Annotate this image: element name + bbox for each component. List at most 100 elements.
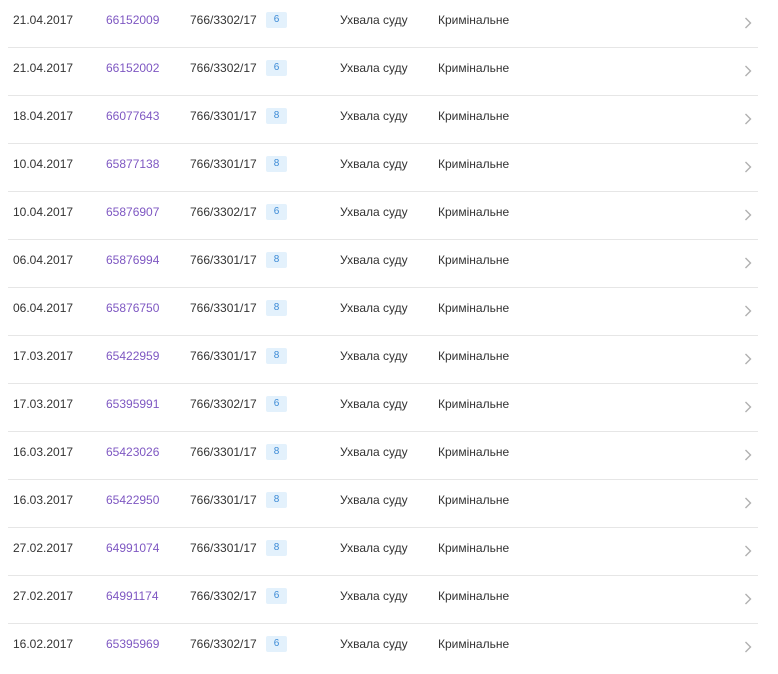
count-badge: 8 — [266, 444, 287, 460]
count-badge: 8 — [266, 540, 287, 556]
chevron-right-icon[interactable] — [742, 64, 754, 78]
count-badge: 8 — [266, 300, 287, 316]
case-category: Кримінальне — [438, 253, 510, 267]
count-badge: 6 — [266, 396, 287, 412]
count-badge: 6 — [266, 60, 287, 76]
table-row[interactable]: 16.03.2017 65423026 766/3301/17 8 Ухвала суд… — [8, 432, 758, 480]
case-category: Кримінальне — [438, 637, 510, 651]
decision-date: 17.03.2017 — [13, 349, 74, 363]
chevron-right-icon[interactable] — [742, 496, 754, 510]
document-id-link[interactable]: 65876994 — [106, 240, 159, 280]
decision-date: 06.04.2017 — [13, 253, 74, 267]
decision-date: 17.03.2017 — [13, 397, 74, 411]
table-row[interactable]: 16.02.2017 65395969 766/3302/17 6 Ухвала суд… — [8, 624, 758, 672]
decision-date: 18.04.2017 — [13, 109, 74, 123]
case-category: Кримінальне — [438, 589, 510, 603]
case-category: Кримінальне — [438, 61, 510, 75]
case-number: 766/3301/17 — [190, 157, 257, 171]
chevron-right-icon[interactable] — [742, 16, 754, 30]
document-id-link[interactable]: 65423026 — [106, 432, 159, 472]
decision-date: 10.04.2017 — [13, 157, 74, 171]
table-row[interactable]: 27.02.2017 64991174 766/3302/17 6 Ухвала суд… — [8, 576, 758, 624]
case-number: 766/3301/17 — [190, 445, 257, 459]
case-number: 766/3301/17 — [190, 541, 257, 555]
count-badge: 8 — [266, 492, 287, 508]
case-category: Кримінальне — [438, 13, 510, 27]
table-row[interactable]: 17.03.2017 65422959 766/3301/17 8 Ухвала суд… — [8, 336, 758, 384]
document-id-link[interactable]: 65395991 — [106, 384, 159, 424]
document-type: Ухвала суду — [340, 541, 408, 555]
chevron-right-icon[interactable] — [742, 592, 754, 606]
case-number: 766/3302/17 — [190, 397, 257, 411]
chevron-right-icon[interactable] — [742, 160, 754, 174]
table-row[interactable]: 18.04.2017 66077643 766/3301/17 8 Ухвала суд… — [8, 96, 758, 144]
document-id-link[interactable]: 65876750 — [106, 288, 159, 328]
decision-date: 27.02.2017 — [13, 541, 74, 555]
table-row[interactable]: 16.03.2017 65422950 766/3301/17 8 Ухвала суд… — [8, 480, 758, 528]
table-row[interactable]: 10.04.2017 65877138 766/3301/17 8 Ухвала суд… — [8, 144, 758, 192]
count-badge: 8 — [266, 108, 287, 124]
table-row[interactable]: 06.04.2017 65876994 766/3301/17 8 Ухвала суд… — [8, 240, 758, 288]
document-id-link[interactable]: 65422959 — [106, 336, 159, 376]
table-row[interactable]: 17.03.2017 65395991 766/3302/17 6 Ухвала суд… — [8, 384, 758, 432]
case-number: 766/3301/17 — [190, 301, 257, 315]
decisions-list: 21.04.2017 66152009 766/3302/17 6 Ухвала суд… — [0, 0, 778, 672]
case-category: Кримінальне — [438, 349, 510, 363]
document-id-link[interactable]: 65876907 — [106, 192, 159, 232]
case-category: Кримінальне — [438, 301, 510, 315]
document-id-link[interactable]: 65877138 — [106, 144, 159, 184]
document-id-link[interactable]: 66152009 — [106, 0, 159, 40]
table-row[interactable]: 21.04.2017 66152002 766/3302/17 6 Ухвала суд… — [8, 48, 758, 96]
chevron-right-icon[interactable] — [742, 544, 754, 558]
decision-date: 16.02.2017 — [13, 637, 74, 651]
count-badge: 8 — [266, 156, 287, 172]
count-badge: 8 — [266, 252, 287, 268]
decision-date: 16.03.2017 — [13, 493, 74, 507]
chevron-right-icon[interactable] — [742, 256, 754, 270]
chevron-right-icon[interactable] — [742, 448, 754, 462]
document-id-link[interactable]: 66077643 — [106, 96, 159, 136]
case-category: Кримінальне — [438, 109, 510, 123]
chevron-right-icon[interactable] — [742, 352, 754, 366]
decision-date: 21.04.2017 — [13, 61, 74, 75]
document-type: Ухвала суду — [340, 205, 408, 219]
document-type: Ухвала суду — [340, 61, 408, 75]
document-id-link[interactable]: 66152002 — [106, 48, 159, 88]
document-type: Ухвала суду — [340, 445, 408, 459]
table-row[interactable]: 27.02.2017 64991074 766/3301/17 8 Ухвала суд… — [8, 528, 758, 576]
document-type: Ухвала суду — [340, 13, 408, 27]
case-category: Кримінальне — [438, 493, 510, 507]
document-type: Ухвала суду — [340, 349, 408, 363]
case-category: Кримінальне — [438, 445, 510, 459]
chevron-right-icon[interactable] — [742, 640, 754, 654]
count-badge: 6 — [266, 204, 287, 220]
count-badge: 6 — [266, 12, 287, 28]
case-category: Кримінальне — [438, 541, 510, 555]
document-id-link[interactable]: 64991174 — [106, 576, 159, 616]
case-category: Кримінальне — [438, 205, 510, 219]
document-type: Ухвала суду — [340, 589, 408, 603]
document-id-link[interactable]: 65395969 — [106, 624, 159, 664]
document-type: Ухвала суду — [340, 253, 408, 267]
document-id-link[interactable]: 65422950 — [106, 480, 159, 520]
case-number: 766/3302/17 — [190, 205, 257, 219]
decision-date: 27.02.2017 — [13, 589, 74, 603]
table-row[interactable]: 10.04.2017 65876907 766/3302/17 6 Ухвала суд… — [8, 192, 758, 240]
chevron-right-icon[interactable] — [742, 208, 754, 222]
case-number: 766/3301/17 — [190, 349, 257, 363]
document-id-link[interactable]: 64991074 — [106, 528, 159, 568]
decision-date: 06.04.2017 — [13, 301, 74, 315]
chevron-right-icon[interactable] — [742, 400, 754, 414]
table-row[interactable]: 06.04.2017 65876750 766/3301/17 8 Ухвала суд… — [8, 288, 758, 336]
chevron-right-icon[interactable] — [742, 304, 754, 318]
document-type: Ухвала суду — [340, 493, 408, 507]
table-row[interactable]: 21.04.2017 66152009 766/3302/17 6 Ухвала суд… — [8, 0, 758, 48]
count-badge: 8 — [266, 348, 287, 364]
count-badge: 6 — [266, 588, 287, 604]
chevron-right-icon[interactable] — [742, 112, 754, 126]
case-number: 766/3301/17 — [190, 493, 257, 507]
document-type: Ухвала суду — [340, 397, 408, 411]
document-type: Ухвала суду — [340, 109, 408, 123]
case-category: Кримінальне — [438, 157, 510, 171]
case-number: 766/3302/17 — [190, 637, 257, 651]
